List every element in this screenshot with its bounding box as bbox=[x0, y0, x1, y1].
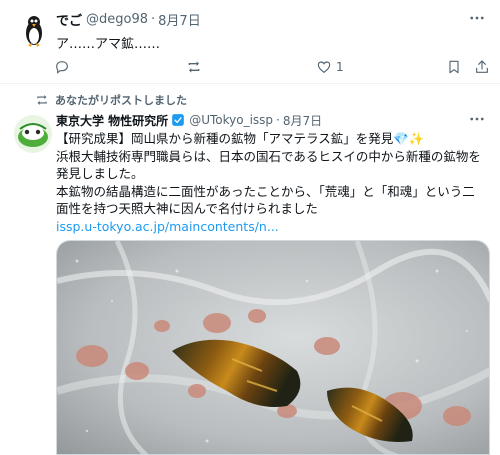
user-handle[interactable]: @dego98 bbox=[86, 12, 148, 27]
tweet-dego98[interactable]: でご @dego98 · 8月7日 ア……アマ鉱…… 1 bbox=[0, 0, 500, 84]
share-button[interactable] bbox=[474, 56, 490, 78]
timestamp[interactable]: 8月7日 bbox=[158, 10, 201, 29]
like-count: 1 bbox=[336, 60, 344, 74]
avatar-utokyo-issp[interactable] bbox=[14, 115, 52, 153]
repost-icon bbox=[37, 95, 47, 105]
tweet-link[interactable]: issp.u-tokyo.ac.jp/maincontents/n... bbox=[56, 218, 490, 236]
user-handle[interactable]: @UTokyo_issp bbox=[189, 113, 273, 127]
more-icon[interactable] bbox=[468, 9, 486, 31]
mineral-photo bbox=[57, 241, 489, 454]
tweet-text-line: 【研究成果】岡山県から新種の鉱物「アマテラス鉱」を発見💎✨ bbox=[56, 131, 425, 146]
retweet-context-label[interactable]: あなたがリポストしました bbox=[55, 92, 187, 108]
timestamp[interactable]: 8月7日 bbox=[283, 112, 322, 129]
bookmark-button[interactable] bbox=[446, 56, 462, 78]
reply-button[interactable] bbox=[54, 56, 70, 78]
tweet-header: でご @dego98 · 8月7日 bbox=[56, 9, 201, 29]
tweet-text-line: 面性を持つ天照大神に因んで名付けられました bbox=[56, 201, 318, 216]
tweet-text-line: 浜根大輔技術専門職員らは、日本の国石であるヒスイの中から新種の鉱物を bbox=[56, 148, 481, 164]
separator: · bbox=[151, 11, 156, 27]
issp-logo-avatar-icon bbox=[14, 115, 52, 153]
display-name[interactable]: 東京大学 物性研究所 bbox=[56, 112, 168, 129]
verified-badge-icon bbox=[171, 113, 185, 127]
bookmark-icon bbox=[449, 60, 459, 74]
like-button[interactable]: 1 bbox=[316, 56, 344, 78]
tweet-actions: 1 bbox=[54, 56, 490, 78]
tweet-text: ア……アマ鉱…… bbox=[56, 37, 161, 52]
tweet-text: 【研究成果】岡山県から新種の鉱物「アマテラス鉱」を発見💎✨ 浜根大輔技術専門職員… bbox=[56, 130, 490, 235]
repost-icon bbox=[188, 61, 200, 73]
retweet-context: あなたがリポストしました bbox=[35, 92, 187, 108]
tweet-media-image[interactable] bbox=[56, 240, 490, 455]
tweet-text-line: 本鉱物の結晶構造に二面性があったことから、「荒魂」と「和魂」という二 bbox=[56, 183, 475, 199]
penguin-avatar-icon bbox=[14, 9, 54, 49]
separator: · bbox=[276, 113, 280, 127]
repost-button[interactable] bbox=[186, 56, 202, 78]
tweet-header: 東京大学 物性研究所 @UTokyo_issp · 8月7日 bbox=[56, 110, 322, 130]
avatar-dego98[interactable] bbox=[14, 9, 54, 49]
more-icon[interactable] bbox=[468, 110, 486, 132]
reply-icon bbox=[56, 61, 68, 74]
share-icon bbox=[476, 60, 488, 73]
heart-icon bbox=[317, 61, 331, 74]
tweet-text-line: 発見しました。 bbox=[56, 166, 144, 181]
display-name[interactable]: でご bbox=[56, 10, 82, 29]
